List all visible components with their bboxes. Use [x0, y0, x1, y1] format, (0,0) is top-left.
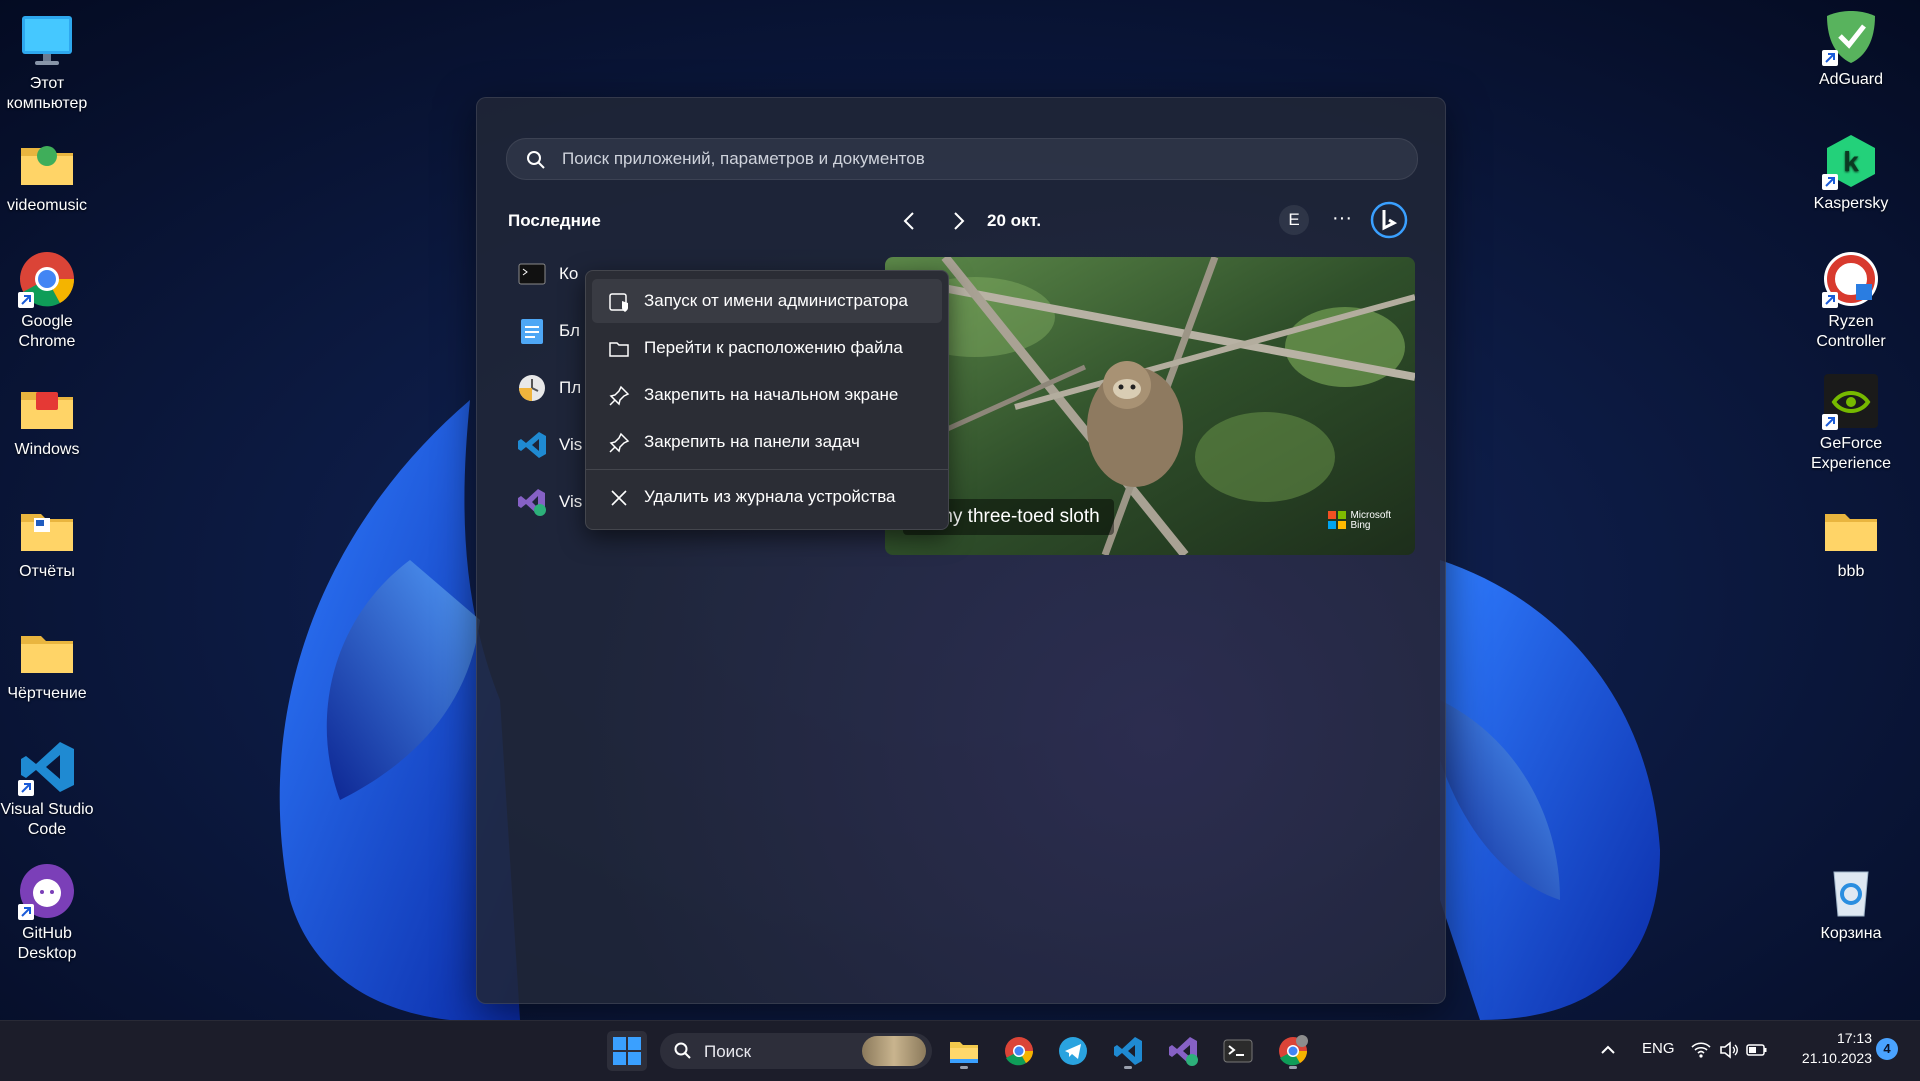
chevron-right-icon: [954, 212, 965, 230]
wifi-icon[interactable]: [1690, 1039, 1712, 1061]
folder-open-icon: [609, 342, 629, 357]
system-clock[interactable]: 17:13 21.10.2023: [1782, 1028, 1872, 1068]
desktop-icon-videomusic[interactable]: videomusic: [0, 134, 95, 216]
volume-icon[interactable]: [1718, 1039, 1740, 1061]
search-highlight-image: [862, 1036, 926, 1066]
taskbar-search-label: Поиск: [704, 1042, 752, 1061]
clock-time: 17:13: [1836, 1030, 1872, 1046]
desktop-icon-ryzen-controller[interactable]: Ryzen Controller: [1803, 250, 1899, 352]
desktop-icon-adguard[interactable]: AdGuard: [1803, 8, 1899, 90]
start-menu: Поиск приложений, параметров и документо…: [476, 97, 1446, 1004]
folder-icon: [21, 514, 73, 551]
desktop-icon-this-pc[interactable]: Этот компьютер: [0, 12, 95, 114]
previous-button[interactable]: [895, 206, 925, 236]
search-placeholder: Поиск приложений, параметров и документо…: [562, 149, 925, 168]
taskbar-visual-studio[interactable]: [1163, 1031, 1203, 1071]
desktop-icon-github-desktop[interactable]: GitHub Desktop: [0, 862, 95, 964]
chrome-canary-icon: [1279, 1035, 1308, 1066]
battery-icon[interactable]: [1746, 1041, 1768, 1059]
taskbar-chrome[interactable]: [999, 1031, 1039, 1071]
notepad-icon: [521, 319, 543, 344]
visual-studio-icon: [518, 489, 546, 516]
vscode-icon: [1114, 1037, 1142, 1065]
start-button[interactable]: [607, 1031, 647, 1071]
bing-wallpaper-card[interactable]: ygmy three-toed sloth Microsoft Bing: [885, 257, 1415, 555]
clock-date: 21.10.2023: [1801, 1050, 1872, 1066]
run-as-admin-menu-item[interactable]: Запуск от имени администратора: [592, 279, 942, 323]
terminal-icon: [518, 263, 546, 285]
search-icon: [674, 1042, 691, 1059]
input-language-indicator[interactable]: ENG: [1642, 1040, 1675, 1057]
taskbar-terminal[interactable]: [1218, 1031, 1258, 1071]
svg-text:k: k: [1843, 146, 1859, 177]
monitor-icon: [22, 16, 72, 65]
desktop-icon-windows[interactable]: Windows: [0, 378, 95, 460]
taskbar-chrome-canary[interactable]: [1273, 1031, 1313, 1071]
folder-icon: [21, 392, 73, 429]
remove-from-history-menu-item[interactable]: Удалить из журнала устройства: [592, 475, 942, 519]
notification-count-badge[interactable]: 4: [1876, 1038, 1898, 1060]
taskbar-telegram[interactable]: [1053, 1031, 1093, 1071]
next-button[interactable]: [943, 206, 973, 236]
desktop-icon-kaspersky[interactable]: k Kaspersky: [1803, 132, 1899, 214]
taskbar-vscode[interactable]: [1108, 1031, 1148, 1071]
search-icon: [527, 151, 545, 169]
visual-studio-icon: [1169, 1037, 1198, 1066]
terminal-icon: [1223, 1039, 1253, 1063]
folder-icon: [21, 146, 73, 185]
shortcut-arrow-icon: [18, 780, 34, 796]
file-explorer-icon: [950, 1042, 978, 1063]
taskbar-file-explorer[interactable]: [944, 1031, 984, 1071]
windows-logo-icon: [613, 1037, 641, 1065]
desktop-icon-bbb[interactable]: bbb: [1803, 500, 1899, 582]
shortcut-arrow-icon: [1822, 174, 1838, 190]
date-label: 20 окт.: [987, 211, 1042, 230]
account-button[interactable]: E: [1279, 205, 1309, 235]
desktop-icon-recycle-bin[interactable]: Корзина: [1803, 862, 1899, 944]
shortcut-arrow-icon: [1822, 414, 1838, 430]
desktop-icon-vscode[interactable]: Visual Studio Code: [0, 738, 95, 840]
menu-divider: [586, 469, 948, 470]
chrome-icon: [1005, 1037, 1033, 1066]
taskbar-search-box[interactable]: Поиск: [660, 1033, 932, 1069]
bing-icon: [1370, 201, 1408, 239]
vscode-icon: [518, 432, 546, 458]
brand-line-2: Bing: [1350, 520, 1371, 531]
desktop-icon-drawing[interactable]: Чёртчение: [0, 622, 95, 704]
pin-to-taskbar-menu-item[interactable]: Закрепить на панели задач: [592, 420, 942, 464]
start-search-input[interactable]: Поиск приложений, параметров и документо…: [506, 138, 1418, 180]
open-file-location-menu-item[interactable]: Перейти к расположению файла: [592, 326, 942, 370]
shortcut-arrow-icon: [18, 904, 34, 920]
pin-to-start-menu-item[interactable]: Закрепить на начальном экране: [592, 373, 942, 417]
bing-button[interactable]: [1370, 201, 1408, 239]
show-hidden-icons-chevron-up-icon[interactable]: [1596, 1038, 1620, 1062]
shortcut-arrow-icon: [1822, 292, 1838, 308]
recycle-bin-icon: [1833, 871, 1869, 917]
shortcut-arrow-icon: [18, 292, 34, 308]
microsoft-bing-logo: Microsoft Bing: [1328, 511, 1391, 531]
running-indicator: [960, 1066, 968, 1069]
desktop-icon-reports[interactable]: Отчёты: [0, 500, 95, 582]
recent-section-title: Последние: [508, 211, 601, 230]
desktop-icon-google-chrome[interactable]: Google Chrome: [0, 250, 95, 352]
pin-icon: [609, 432, 630, 453]
running-indicator: [1289, 1066, 1297, 1069]
telegram-icon: [1059, 1037, 1087, 1065]
clock-icon: [519, 375, 545, 401]
microsoft-logo-icon: [1328, 511, 1347, 529]
pin-icon: [609, 385, 630, 406]
desktop-icon-geforce-experience[interactable]: GeForce Experience: [1803, 372, 1899, 474]
folder-icon: [21, 636, 73, 673]
taskbar: Поиск: [0, 1020, 1920, 1081]
context-menu: Запуск от имени администратора Перейти к…: [585, 270, 949, 530]
close-icon: [611, 490, 627, 506]
running-indicator: [1124, 1066, 1132, 1069]
folder-icon: [1825, 514, 1877, 551]
admin-shield-icon: [609, 293, 628, 312]
chevron-left-icon: [903, 212, 914, 230]
shortcut-arrow-icon: [1822, 50, 1838, 66]
more-options-button[interactable]: ···: [1327, 205, 1357, 235]
